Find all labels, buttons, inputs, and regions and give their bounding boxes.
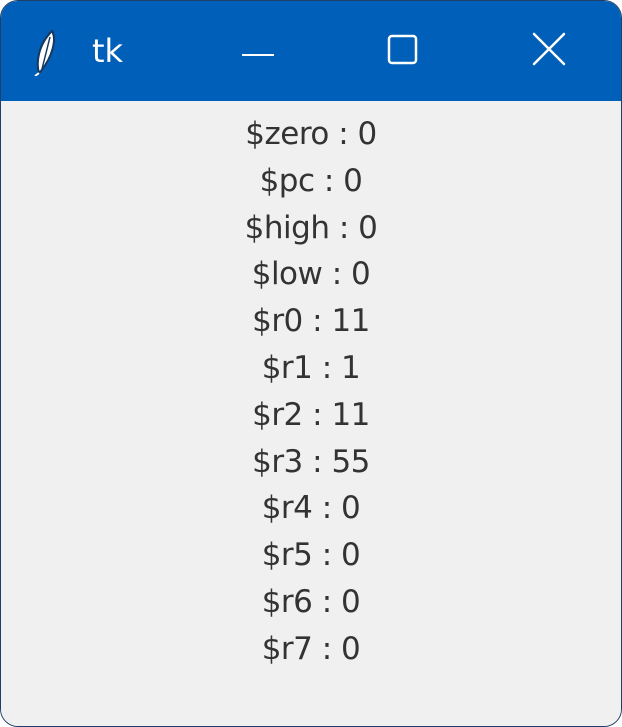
close-icon	[532, 32, 566, 70]
register-low-label: $low : 0	[251, 256, 371, 293]
minimize-button[interactable]	[203, 1, 313, 101]
register-r7-label: $r7 : 0	[261, 630, 361, 667]
register-r2-label: $r2 : 11	[252, 396, 370, 433]
tk-window: tk $zero : 0 $pc: 0 $high: 0 $low: 0 …	[0, 0, 622, 727]
feather-icon	[34, 28, 58, 76]
register-r6-label: $r6 : 0	[261, 583, 361, 620]
maximize-button[interactable]	[347, 1, 457, 101]
register-r1-label: $r1 : 1	[261, 349, 361, 386]
close-button[interactable]	[494, 1, 604, 101]
register-list: $zero : 0 $pc : 0 $high : 0 $low : 0 $r0…	[1, 111, 621, 673]
minimize-icon	[242, 42, 274, 61]
register-panel: $zero : 0 $pc : 0 $high : 0 $low : 0 $r0…	[1, 101, 621, 726]
window-title: tk	[92, 32, 124, 70]
register-r3-label: $r3 : 55	[252, 443, 370, 480]
register-high-label: $high : 0	[244, 209, 378, 246]
register-r4-label: $r4 : 0	[261, 490, 361, 527]
register-pc-label: $pc : 0	[259, 162, 363, 199]
register-r0-label: $r0 : 11	[252, 303, 370, 340]
register-r5-label: $r5 : 0	[261, 537, 361, 574]
title-bar[interactable]: tk	[1, 1, 621, 101]
maximize-icon	[387, 34, 418, 69]
register-zero-label: $zero : 0	[245, 116, 377, 152]
